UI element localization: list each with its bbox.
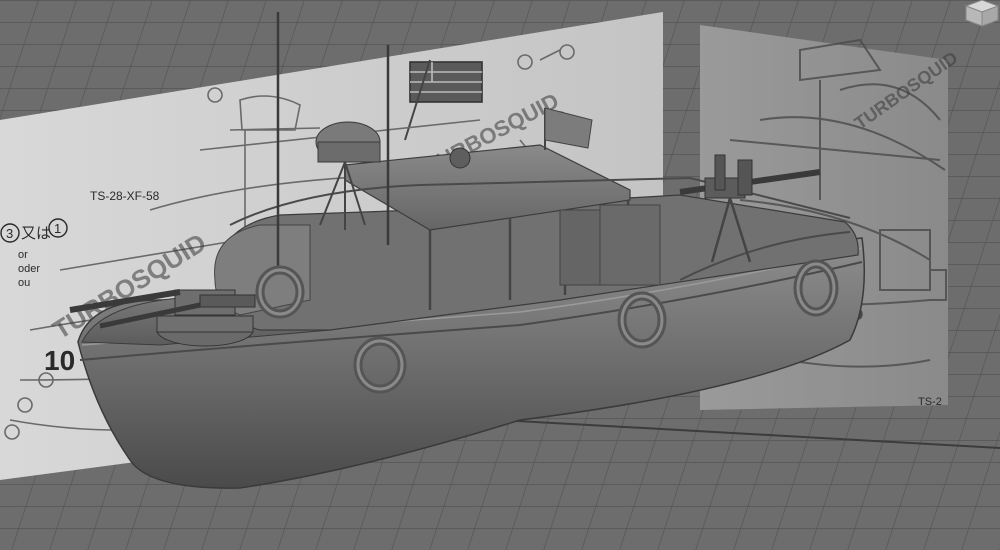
viewport-canvas[interactable]: TURBOSQUID 5 TS-2 [0,0,1000,550]
front-kanji-text: 又は [21,225,51,242]
front-hull-code: TS-28-XF-58 [90,189,160,203]
view-cube-icon[interactable] [964,0,1000,27]
front-word-or: or [18,249,28,261]
front-circle-label-b: 1 [54,221,61,236]
front-word-ou: ou [18,277,30,289]
front-word-oder: oder [18,263,40,275]
front-big-number: 10 [44,345,75,376]
3d-viewport[interactable]: TURBOSQUID 5 TS-2 [0,0,1000,550]
front-circle-label-a: 3 [6,226,13,241]
searchlight[interactable] [449,147,471,169]
side-hull-code: TS-2 [918,396,942,408]
